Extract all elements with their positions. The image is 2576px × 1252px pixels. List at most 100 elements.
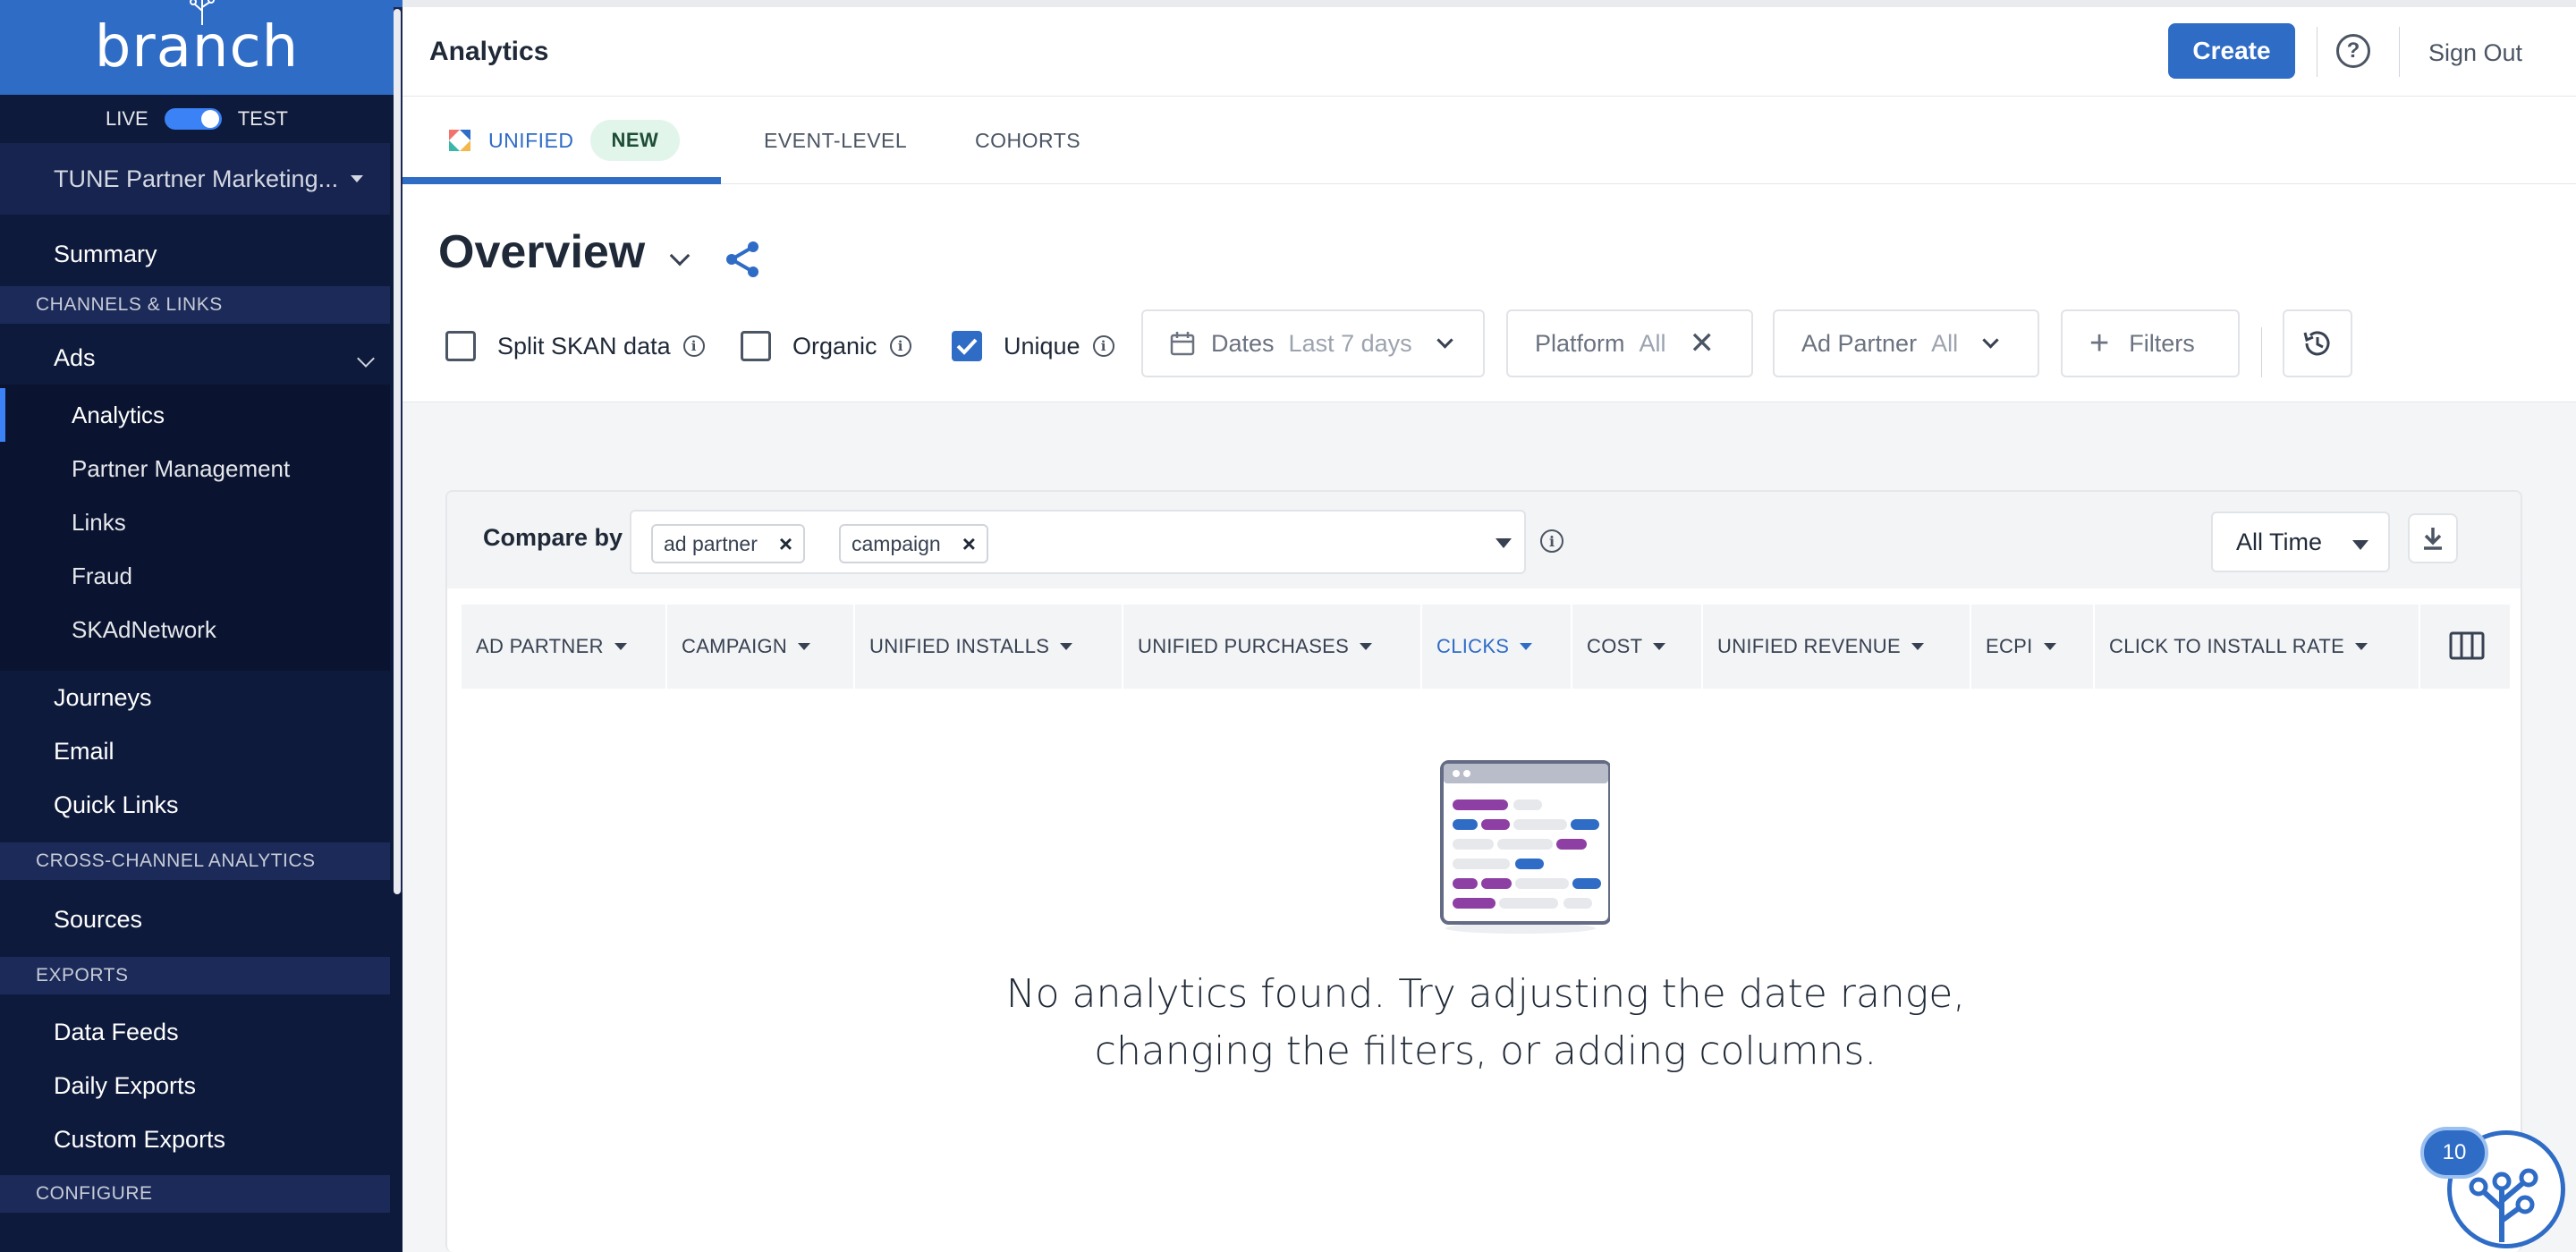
tab-unified-label: UNIFIED — [488, 128, 574, 152]
nav-ads-links[interactable]: Links — [0, 495, 390, 549]
nav-journeys-label: Journeys — [54, 683, 152, 711]
column-cost[interactable]: COST — [1572, 605, 1703, 689]
branch-logo[interactable]: branch — [95, 0, 299, 80]
platform-filter[interactable]: Platform All ✕ — [1506, 309, 1753, 377]
sort-icon — [1520, 643, 1533, 650]
close-icon[interactable]: × — [962, 530, 976, 558]
split-skan-checkbox[interactable]: Split SKAN data i — [445, 331, 705, 361]
chevron-down-icon — [357, 350, 375, 368]
sort-icon — [2355, 643, 2368, 650]
tab-cohorts[interactable]: COHORTS — [975, 97, 1080, 184]
column-clicks[interactable]: CLICKS — [1422, 605, 1572, 689]
dates-filter[interactable]: Dates Last 7 days — [1141, 309, 1485, 377]
info-icon[interactable]: i — [682, 335, 705, 357]
nav-ads-analytics[interactable]: Analytics — [0, 388, 390, 442]
nav-summary[interactable]: Summary — [0, 227, 402, 281]
caret-down-icon[interactable] — [1496, 538, 1512, 548]
chip-campaign[interactable]: campaign × — [839, 524, 988, 563]
nav-custom-exports[interactable]: Custom Exports — [0, 1112, 402, 1166]
nav-journeys[interactable]: Journeys — [0, 671, 402, 724]
live-test-switch[interactable] — [164, 108, 222, 130]
brand-header[interactable]: branch — [0, 0, 402, 95]
dates-label: Dates — [1211, 329, 1275, 357]
nav-data-feeds[interactable]: Data Feeds — [0, 1005, 402, 1059]
nav-email-label: Email — [54, 737, 114, 765]
dates-value: Last 7 days — [1288, 329, 1412, 357]
info-icon[interactable]: i — [1092, 335, 1114, 357]
section-label: EXPORTS — [36, 965, 129, 986]
section-channels-links: CHANNELS & LINKS — [0, 286, 390, 324]
nav-daily-exports[interactable]: Daily Exports — [0, 1059, 402, 1112]
platform-label: Platform — [1535, 329, 1625, 357]
caret-down-icon — [2352, 540, 2368, 550]
nav-sources[interactable]: Sources — [0, 892, 402, 946]
branch-tree-icon — [189, 0, 215, 25]
info-icon[interactable]: i — [889, 335, 911, 357]
compare-by-input[interactable]: ad partner × campaign × — [630, 510, 1526, 574]
filters-button[interactable]: + Filters — [2061, 309, 2240, 377]
info-icon[interactable]: i — [1540, 529, 1563, 553]
ad-partner-label: Ad Partner — [1801, 329, 1918, 357]
tab-cohorts-label: COHORTS — [975, 128, 1081, 152]
notification-count-badge[interactable]: 10 — [2420, 1127, 2488, 1179]
platform-value: All — [1639, 329, 1666, 357]
chip-ad-partner[interactable]: ad partner × — [651, 524, 806, 563]
help-icon[interactable]: ? — [2336, 34, 2370, 68]
sidebar: branch LIVE TEST TUNE Partner Marketing.… — [0, 0, 402, 1252]
nav-ads[interactable]: Ads — [0, 331, 402, 385]
column-label: ECPI — [1986, 635, 2033, 657]
close-icon[interactable]: ✕ — [1690, 326, 1716, 361]
chevron-down-icon — [1436, 331, 1453, 349]
sign-out-link[interactable]: Sign Out — [2428, 39, 2522, 67]
checkbox-box[interactable] — [445, 331, 476, 361]
checkbox-box-checked[interactable] — [952, 331, 982, 361]
close-icon[interactable]: × — [779, 530, 792, 558]
tab-unified[interactable]: UNIFIED NEW — [445, 97, 681, 184]
section-label: CHANNELS & LINKS — [36, 294, 223, 315]
overview-bar: Overview Split SKAN data i Organic i Uni… — [402, 184, 2576, 402]
column-label: AD PARTNER — [476, 635, 604, 657]
overview-title[interactable]: Overview — [438, 225, 645, 279]
org-name: TUNE Partner Marketing... — [54, 165, 339, 192]
column-click-to-install-rate[interactable]: CLICK TO INSTALL RATE — [2095, 605, 2420, 689]
create-button[interactable]: Create — [2168, 23, 2295, 79]
section-configure: CONFIGURE — [0, 1175, 390, 1213]
split-skan-label: Split SKAN data — [497, 332, 671, 360]
column-unified-purchases[interactable]: UNIFIED PURCHASES — [1123, 605, 1422, 689]
column-unified-installs[interactable]: UNIFIED INSTALLS — [855, 605, 1123, 689]
nav-ads-partner-management[interactable]: Partner Management — [0, 442, 390, 495]
empty-message-line: No analytics found. Try adjusting the da… — [1005, 971, 1966, 1017]
organic-checkbox[interactable]: Organic i — [741, 331, 911, 361]
compare-bar: Compare by ad partner × campaign × i All… — [447, 492, 2521, 588]
chevron-down-icon[interactable] — [669, 245, 691, 266]
checkbox-box[interactable] — [741, 331, 771, 361]
section-label: CONFIGURE — [36, 1183, 153, 1204]
chip-label: campaign — [852, 531, 941, 555]
table-header: AD PARTNER CAMPAIGN UNIFIED INSTALLS UNI… — [462, 605, 2510, 689]
history-icon — [2303, 331, 2330, 356]
tab-event-level[interactable]: EVENT-LEVEL — [764, 97, 907, 184]
download-button[interactable] — [2408, 513, 2458, 563]
new-badge: NEW — [589, 120, 681, 161]
time-range-select[interactable]: All Time — [2211, 512, 2390, 572]
caret-down-icon — [351, 175, 363, 182]
env-live-label: LIVE — [106, 107, 148, 130]
ad-partner-filter[interactable]: Ad Partner All — [1773, 309, 2039, 377]
nav-ads-skadnetwork[interactable]: SKAdNetwork — [0, 603, 390, 656]
history-button[interactable] — [2283, 309, 2352, 377]
nav-email[interactable]: Email — [0, 724, 402, 778]
nav-ads-fraud[interactable]: Fraud — [0, 549, 390, 603]
unique-checkbox[interactable]: Unique i — [952, 331, 1114, 361]
column-ecpi[interactable]: ECPI — [1971, 605, 2095, 689]
column-label: COST — [1587, 635, 1643, 657]
column-label: UNIFIED INSTALLS — [869, 635, 1050, 657]
column-label: CLICKS — [1436, 635, 1510, 657]
column-unified-revenue[interactable]: UNIFIED REVENUE — [1703, 605, 1971, 689]
columns-icon[interactable] — [2449, 631, 2485, 660]
section-exports: EXPORTS — [0, 957, 390, 994]
org-selector[interactable]: TUNE Partner Marketing... — [0, 143, 390, 215]
column-campaign[interactable]: CAMPAIGN — [667, 605, 855, 689]
column-ad-partner[interactable]: AD PARTNER — [462, 605, 667, 689]
nav-quick-links[interactable]: Quick Links — [0, 778, 402, 832]
share-icon[interactable] — [723, 240, 762, 279]
